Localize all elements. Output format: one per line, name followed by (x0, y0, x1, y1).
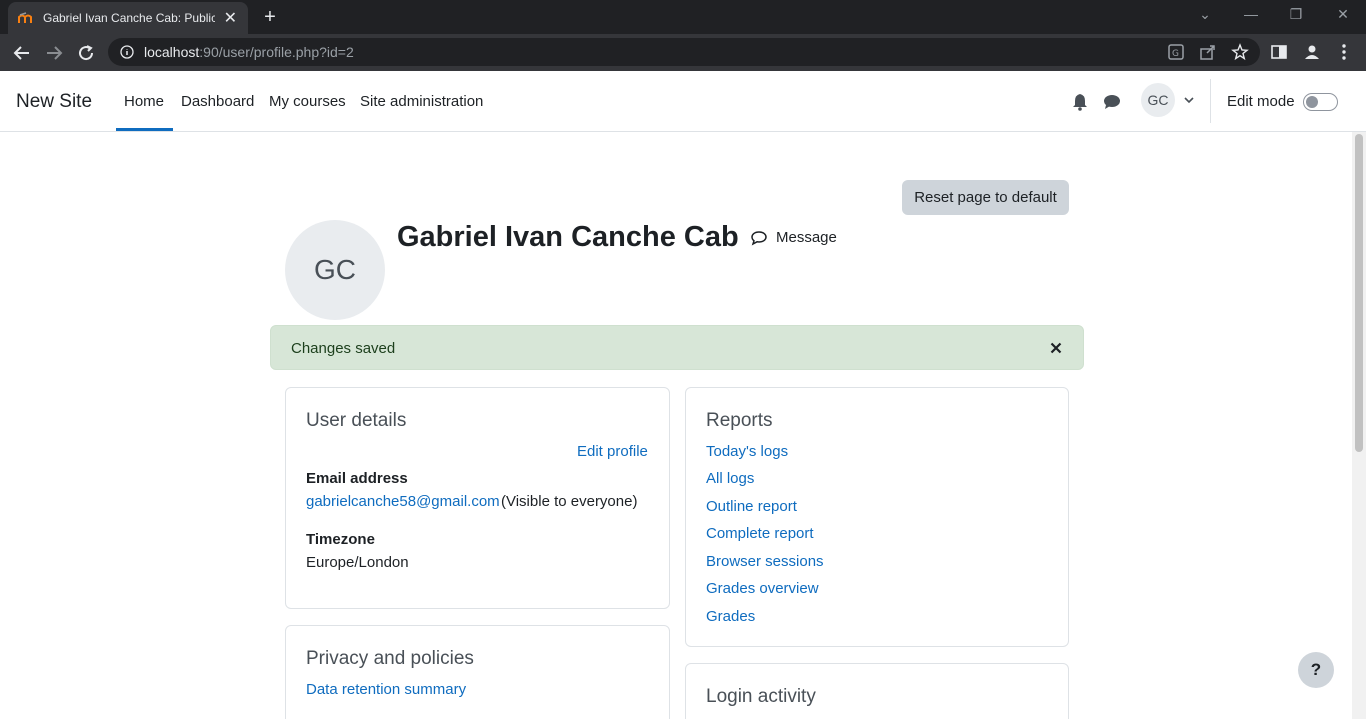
user-details-card: User details Edit profile Email address … (285, 387, 670, 609)
report-link-grades[interactable]: Grades (706, 608, 755, 625)
url-host: localhost (144, 44, 200, 60)
svg-text:G: G (1172, 49, 1179, 59)
bookmark-star-icon[interactable] (1230, 42, 1250, 62)
restore-icon[interactable]: ❐ (1284, 6, 1308, 23)
nav-item-my-courses[interactable]: My courses (269, 93, 346, 110)
report-link-grades-overview[interactable]: Grades overview (706, 580, 819, 597)
reload-icon[interactable] (74, 41, 98, 65)
privacy-title: Privacy and policies (306, 648, 474, 669)
privacy-card: Privacy and policies Data retention summ… (285, 625, 670, 719)
email-link[interactable]: gabrielcanche58@gmail.com (306, 493, 500, 510)
login-activity-title: Login activity (706, 686, 816, 707)
minimize-icon[interactable]: — (1239, 6, 1263, 22)
messages-chat-icon[interactable] (1102, 92, 1122, 112)
tab-title: Gabriel Ivan Canche Cab: Public p (43, 11, 215, 25)
chevron-down-icon[interactable] (1182, 93, 1196, 107)
timezone-label: Timezone (306, 531, 375, 548)
moodle-favicon-icon (18, 10, 34, 26)
nav-item-site-administration[interactable]: Site administration (360, 93, 483, 110)
reports-title: Reports (706, 410, 773, 431)
reports-card: Reports Today's logs All logs Outline re… (685, 387, 1069, 647)
browser-tabbar: Gabriel Ivan Canche Cab: Public p ✕ + ⌄ … (0, 0, 1366, 34)
back-icon[interactable] (10, 41, 34, 65)
side-panel-icon[interactable] (1269, 42, 1289, 62)
tab-close-icon[interactable]: ✕ (223, 8, 238, 28)
site-navbar: New Site Home Dashboard My courses Site … (0, 71, 1366, 132)
login-activity-card: Login activity (685, 663, 1069, 719)
tab-search-icon[interactable]: ⌄ (1193, 6, 1217, 23)
share-icon[interactable] (1198, 42, 1218, 62)
address-bar[interactable]: localhost:90/user/profile.php?id=2 (108, 38, 1260, 66)
scrollbar-thumb[interactable] (1355, 134, 1363, 452)
active-nav-indicator (116, 128, 173, 131)
success-alert: Changes saved (270, 325, 1084, 370)
message-bubble-icon (751, 230, 767, 246)
timezone-value: Europe/London (306, 554, 409, 571)
data-retention-link[interactable]: Data retention summary (306, 681, 466, 698)
report-link-todays-logs[interactable]: Today's logs (706, 443, 788, 460)
email-label: Email address (306, 470, 408, 487)
toggle-knob (1306, 96, 1318, 108)
browser-tab[interactable]: Gabriel Ivan Canche Cab: Public p ✕ (8, 2, 248, 34)
site-info-icon[interactable] (120, 45, 134, 59)
profile-avatar: GC (285, 220, 385, 320)
browser-menu-icon[interactable] (1334, 42, 1354, 62)
report-link-complete[interactable]: Complete report (706, 525, 814, 542)
notifications-bell-icon[interactable] (1070, 92, 1090, 112)
report-link-all-logs[interactable]: All logs (706, 470, 754, 487)
help-button[interactable]: ? (1298, 652, 1334, 688)
browser-toolbar: localhost:90/user/profile.php?id=2 G (0, 34, 1366, 71)
navbar-divider (1210, 79, 1211, 123)
forward-icon[interactable] (42, 41, 66, 65)
email-visibility: (Visible to everyone) (501, 493, 638, 510)
page-title: Gabriel Ivan Canche Cab (397, 221, 739, 253)
alert-text: Changes saved (291, 340, 396, 357)
message-button[interactable]: Message (750, 229, 837, 246)
nav-item-dashboard[interactable]: Dashboard (181, 93, 254, 110)
close-icon[interactable] (1048, 340, 1064, 356)
url-path: :90/user/profile.php?id=2 (199, 44, 354, 60)
edit-mode-toggle[interactable] (1303, 93, 1338, 111)
edit-profile-link[interactable]: Edit profile (577, 443, 648, 460)
window-close-icon[interactable]: ✕ (1331, 6, 1355, 23)
user-details-title: User details (306, 410, 407, 431)
profile-icon[interactable] (1302, 42, 1322, 62)
report-link-browser-sessions[interactable]: Browser sessions (706, 553, 824, 570)
report-link-outline[interactable]: Outline report (706, 498, 797, 515)
site-brand[interactable]: New Site (16, 91, 92, 113)
edit-mode-label: Edit mode (1227, 93, 1295, 110)
new-tab-icon[interactable]: + (260, 6, 280, 29)
page-scrollbar[interactable] (1352, 132, 1366, 719)
message-label: Message (776, 229, 837, 246)
nav-item-home[interactable]: Home (124, 93, 164, 110)
reset-page-button[interactable]: Reset page to default (902, 180, 1069, 215)
user-menu-avatar[interactable]: GC (1141, 83, 1175, 117)
translate-icon[interactable]: G (1166, 42, 1186, 62)
